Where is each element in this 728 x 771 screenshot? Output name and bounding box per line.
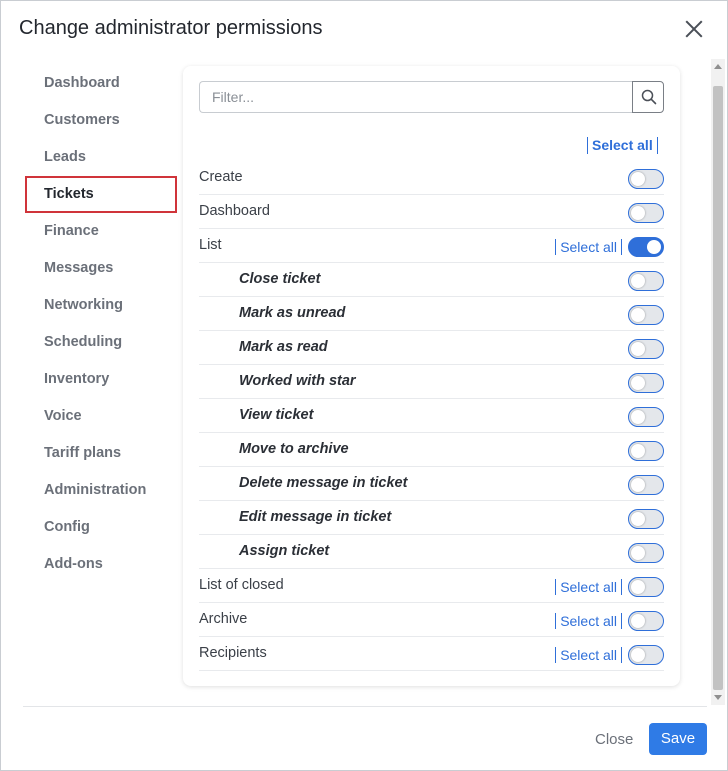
permission-row: Worked with star (199, 365, 664, 399)
permission-toggle[interactable] (628, 645, 664, 665)
permission-row: Edit message in ticket (199, 501, 664, 535)
toggle-knob (631, 546, 645, 560)
close-icon[interactable] (683, 18, 705, 40)
permission-toggle[interactable] (628, 509, 664, 529)
toggle-knob (631, 342, 645, 356)
permission-row: Archive Select all (199, 603, 664, 637)
filter-input[interactable] (199, 81, 633, 113)
permission-list: Create Dashboard List Select all Close ticke… (199, 161, 664, 671)
sidebar-item-dashboard[interactable]: Dashboard (25, 65, 177, 102)
close-button[interactable]: Close (585, 725, 643, 755)
permission-label: Assign ticket (239, 543, 330, 559)
permission-label: Edit message in ticket (239, 509, 392, 525)
sidebar-item-administration[interactable]: Administration (25, 472, 177, 509)
permission-row: Recipients Select all (199, 637, 664, 671)
permission-row: Move to archive (199, 433, 664, 467)
toggle-knob (631, 444, 645, 458)
permissions-panel: Select all Create Dashboard List Select all… (183, 66, 680, 686)
toggle-knob (631, 512, 645, 526)
filter-search-button[interactable] (632, 81, 664, 113)
permission-row: List Select all (199, 229, 664, 263)
permission-label: View ticket (239, 407, 314, 423)
permission-toggle[interactable] (628, 611, 664, 631)
scroll-down-arrow-icon[interactable] (714, 695, 722, 700)
permission-toggle[interactable] (628, 407, 664, 427)
permission-label: Close ticket (239, 271, 321, 287)
permission-label: Worked with star (239, 373, 356, 389)
permission-toggle[interactable] (628, 237, 664, 257)
permission-label: Recipients (199, 645, 267, 661)
row-select-all-link[interactable]: Select all (555, 613, 622, 629)
filter-group (199, 81, 664, 113)
scroll-up-arrow-icon[interactable] (714, 64, 722, 69)
sidebar-item-customers[interactable]: Customers (25, 102, 177, 139)
toggle-knob (631, 580, 645, 594)
permission-toggle[interactable] (628, 271, 664, 291)
permission-label: Mark as read (239, 339, 328, 355)
scrollbar[interactable] (711, 59, 725, 705)
sidebar-item-inventory[interactable]: Inventory (25, 361, 177, 398)
permission-row: Dashboard (199, 195, 664, 229)
row-select-all-link[interactable]: Select all (555, 239, 622, 255)
dialog-title: Change administrator permissions (19, 17, 323, 39)
permission-label: List of closed (199, 577, 284, 593)
permission-row: Mark as read (199, 331, 664, 365)
save-button[interactable]: Save (649, 723, 707, 755)
sidebar-item-scheduling[interactable]: Scheduling (25, 324, 177, 361)
permission-label: Create (199, 169, 243, 185)
toggle-knob (631, 648, 645, 662)
permission-row: View ticket (199, 399, 664, 433)
toggle-knob (631, 614, 645, 628)
toggle-knob (631, 478, 645, 492)
permission-label: Archive (199, 611, 248, 627)
permission-row: Close ticket (199, 263, 664, 297)
permission-row: Assign ticket (199, 535, 664, 569)
permission-toggle[interactable] (628, 305, 664, 325)
permission-row: Delete message in ticket (199, 467, 664, 501)
sidebar-item-tickets[interactable]: Tickets (25, 176, 177, 213)
row-select-all-link[interactable]: Select all (555, 647, 622, 663)
toggle-knob (631, 308, 645, 322)
search-icon (641, 89, 657, 105)
sidebar-item-config[interactable]: Config (25, 509, 177, 546)
permission-label: List (199, 237, 222, 253)
footer-divider (23, 706, 707, 707)
permission-toggle[interactable] (628, 577, 664, 597)
permission-label: Dashboard (199, 203, 270, 219)
sidebar-item-leads[interactable]: Leads (25, 139, 177, 176)
permission-toggle[interactable] (628, 373, 664, 393)
select-all-link[interactable]: Select all (587, 137, 658, 154)
row-select-all-link[interactable]: Select all (555, 579, 622, 595)
toggle-knob (631, 172, 645, 186)
permission-row: Create (199, 161, 664, 195)
permission-toggle[interactable] (628, 543, 664, 563)
permission-label: Move to archive (239, 441, 349, 457)
permission-row: List of closed Select all (199, 569, 664, 603)
sidebar-item-add-ons[interactable]: Add-ons (25, 546, 177, 583)
scrollbar-thumb[interactable] (713, 86, 723, 690)
permission-toggle[interactable] (628, 169, 664, 189)
toggle-knob (631, 206, 645, 220)
sidebar-item-tariff-plans[interactable]: Tariff plans (25, 435, 177, 472)
permission-toggle[interactable] (628, 339, 664, 359)
permissions-dialog: Change administrator permissions Dashboa… (0, 0, 728, 771)
permission-toggle[interactable] (628, 441, 664, 461)
sidebar-item-messages[interactable]: Messages (25, 250, 177, 287)
module-sidebar: Dashboard Customers Leads Tickets Finance Mes… (25, 65, 177, 583)
permission-label: Mark as unread (239, 305, 346, 321)
toggle-knob (631, 376, 645, 390)
toggle-knob (631, 410, 645, 424)
sidebar-item-networking[interactable]: Networking (25, 287, 177, 324)
sidebar-item-finance[interactable]: Finance (25, 213, 177, 250)
sidebar-item-voice[interactable]: Voice (25, 398, 177, 435)
permission-toggle[interactable] (628, 475, 664, 495)
permission-label: Delete message in ticket (239, 475, 408, 491)
toggle-knob (647, 240, 661, 254)
permission-row: Mark as unread (199, 297, 664, 331)
toggle-knob (631, 274, 645, 288)
permission-toggle[interactable] (628, 203, 664, 223)
